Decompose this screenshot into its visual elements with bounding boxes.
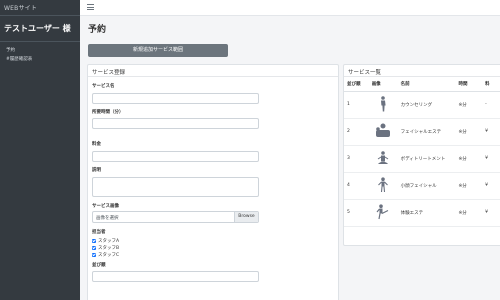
row-time: ※分 [455, 199, 483, 227]
duration-input[interactable] [92, 118, 259, 129]
table-row[interactable]: 1 カウンセリング ※分 - [344, 91, 500, 119]
row-order: 2 [344, 118, 369, 146]
checkbox-checked-icon[interactable] [92, 246, 96, 250]
row-time: ※分 [455, 172, 483, 200]
table-row[interactable]: 3 ボディトリートメント ※分 ¥ [344, 145, 500, 173]
service-table: 並び順 画像 名前 時間 料 1 カウンセリング ※分 - 2 フェイシャルエス… [344, 77, 500, 227]
service-name-label: サービス名 [92, 84, 115, 89]
service-form-card: サービス登録 サービス名 所要時間（分） 料金 説明 サービス画像 画像を選択 … [87, 64, 339, 300]
image-label: サービス画像 [92, 204, 119, 209]
row-order: 1 [344, 91, 369, 119]
menu-toggle-icon[interactable] [87, 4, 94, 11]
staff-option-a[interactable]: スタッフA [92, 238, 119, 244]
list-card-title: サービス一覧 [344, 65, 500, 77]
col-price: 料 [482, 77, 500, 92]
price-label: 料金 [92, 142, 101, 147]
kick-pose-icon [368, 199, 398, 227]
row-order: 5 [344, 199, 369, 227]
service-list-card: サービス一覧 並び順 画像 名前 時間 料 1 カウンセリング ※分 - 2 フ… [343, 64, 500, 246]
service-name-input[interactable] [92, 93, 259, 104]
table-row[interactable]: 2 フェイシャルエステ ※分 ¥ [344, 118, 500, 146]
table-row[interactable]: 4 小顔フェイシャル ※分 ¥ [344, 172, 500, 200]
sidebar: WEBサイト テストユーザー 様 予約 #履歴確認表 [0, 0, 80, 300]
main-content: 予約 新規追加サービス範囲 サービス登録 サービス名 所要時間（分） 料金 説明… [80, 16, 500, 300]
description-textarea[interactable] [92, 177, 259, 197]
row-price: - [482, 91, 500, 119]
row-order: 3 [344, 145, 369, 173]
user-name: テストユーザー 様 [0, 16, 80, 42]
row-price: ¥ [482, 199, 500, 227]
image-file-input[interactable]: 画像を選択 Browse [92, 211, 259, 223]
row-price: ¥ [482, 145, 500, 173]
row-name: カウンセリング [397, 91, 456, 119]
meditation-icon [368, 145, 398, 173]
person-arms-out-icon [368, 172, 398, 200]
row-time: ※分 [455, 118, 483, 146]
sidebar-nav: 予約 #履歴確認表 [0, 42, 80, 64]
row-name: 小顔フェイシャル [397, 172, 456, 200]
form-card-title: サービス登録 [88, 65, 338, 77]
brand-title[interactable]: WEBサイト [0, 0, 80, 16]
facial-treatment-icon [368, 118, 398, 146]
add-service-button[interactable]: 新規追加サービス範囲 [88, 44, 228, 57]
sidebar-item-reservation[interactable]: 予約 [0, 46, 80, 55]
row-price: ¥ [482, 118, 500, 146]
col-name: 名前 [397, 77, 456, 92]
order-input[interactable] [92, 271, 259, 282]
col-image: 画像 [368, 77, 398, 92]
browse-button[interactable]: Browse [234, 212, 258, 222]
checkbox-checked-icon[interactable] [92, 253, 96, 257]
col-order: 並び順 [344, 77, 369, 92]
staff-label: 担当者 [92, 230, 106, 235]
row-name: フェイシャルエステ [397, 118, 456, 146]
checkbox-checked-icon[interactable] [92, 239, 96, 243]
sidebar-item-history[interactable]: #履歴確認表 [0, 55, 80, 64]
topbar [80, 0, 500, 16]
col-time: 時間 [455, 77, 483, 92]
file-placeholder: 画像を選択 [96, 216, 119, 221]
row-time: ※分 [455, 91, 483, 119]
table-row[interactable]: 5 体験エステ ※分 ¥ [344, 199, 500, 227]
row-name: 体験エステ [397, 199, 456, 227]
staff-option-c[interactable]: スタッフC [92, 252, 119, 258]
staff-option-b[interactable]: スタッフB [92, 245, 119, 251]
row-time: ※分 [455, 145, 483, 173]
duration-label: 所要時間（分） [92, 110, 124, 115]
table-header-row: 並び順 画像 名前 時間 料 [344, 77, 500, 92]
order-label: 並び順 [92, 263, 106, 268]
description-label: 説明 [92, 168, 101, 173]
person-standing-icon [368, 91, 398, 119]
row-name: ボディトリートメント [397, 145, 456, 173]
row-order: 4 [344, 172, 369, 200]
row-price: ¥ [482, 172, 500, 200]
price-input[interactable] [92, 151, 259, 162]
page-title: 予約 [88, 25, 107, 35]
